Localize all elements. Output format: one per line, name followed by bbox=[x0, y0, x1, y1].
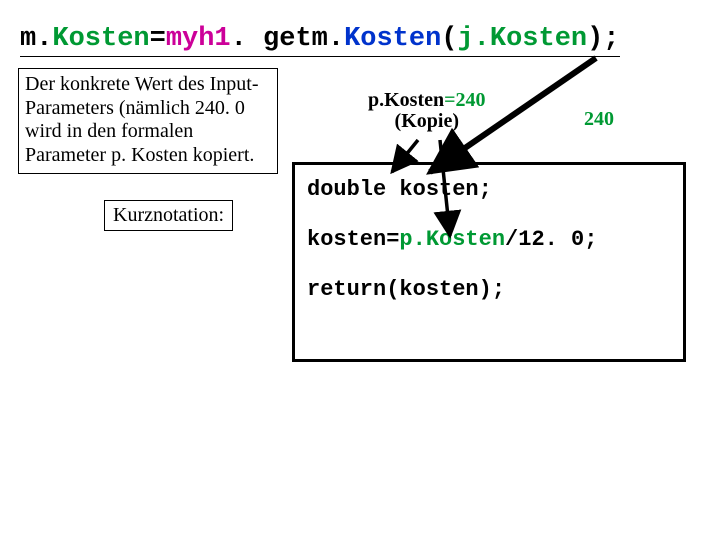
pkosten-eq: = bbox=[444, 89, 455, 111]
code-frag: p.Kosten bbox=[399, 227, 505, 252]
code-frag: ); bbox=[587, 24, 619, 54]
code-frag: m. bbox=[20, 24, 52, 54]
pkosten-rhs: 240 bbox=[456, 89, 486, 111]
description-text: Der konkrete Wert des Input-Parameters (… bbox=[25, 73, 259, 166]
kurznotation-box: Kurznotation: bbox=[104, 200, 233, 231]
code-frag: Kosten bbox=[52, 24, 149, 54]
code-frag: = bbox=[150, 24, 166, 54]
code-frag: myh1 bbox=[166, 24, 231, 54]
kurznotation-label: Kurznotation: bbox=[113, 204, 224, 226]
code-frag: ( bbox=[441, 24, 457, 54]
code-frag: j.Kosten bbox=[457, 24, 587, 54]
code-frag: Kosten bbox=[344, 24, 441, 54]
pkosten-sub: (Kopie) bbox=[395, 110, 459, 132]
method-body-box: double kosten; kosten=p.Kosten/12. 0; re… bbox=[292, 162, 686, 362]
pkosten-lhs: p.Kosten bbox=[368, 89, 444, 111]
code-frag: /12. 0; bbox=[505, 227, 597, 252]
value-240-label: 240 bbox=[584, 108, 614, 131]
code-frag: . getm. bbox=[231, 24, 344, 54]
pkosten-copy-label: p.Kosten=240 (Kopie) bbox=[368, 90, 486, 132]
description-box: Der konkrete Wert des Input-Parameters (… bbox=[18, 68, 278, 174]
code-line-3: return(kosten); bbox=[307, 277, 671, 303]
code-frag: kosten= bbox=[307, 227, 399, 252]
code-line-2: kosten=p.Kosten/12. 0; bbox=[307, 227, 671, 253]
main-code-line: m.Kosten=myh1. getm.Kosten(j.Kosten); bbox=[20, 24, 620, 57]
code-line-1: double kosten; bbox=[307, 177, 671, 203]
